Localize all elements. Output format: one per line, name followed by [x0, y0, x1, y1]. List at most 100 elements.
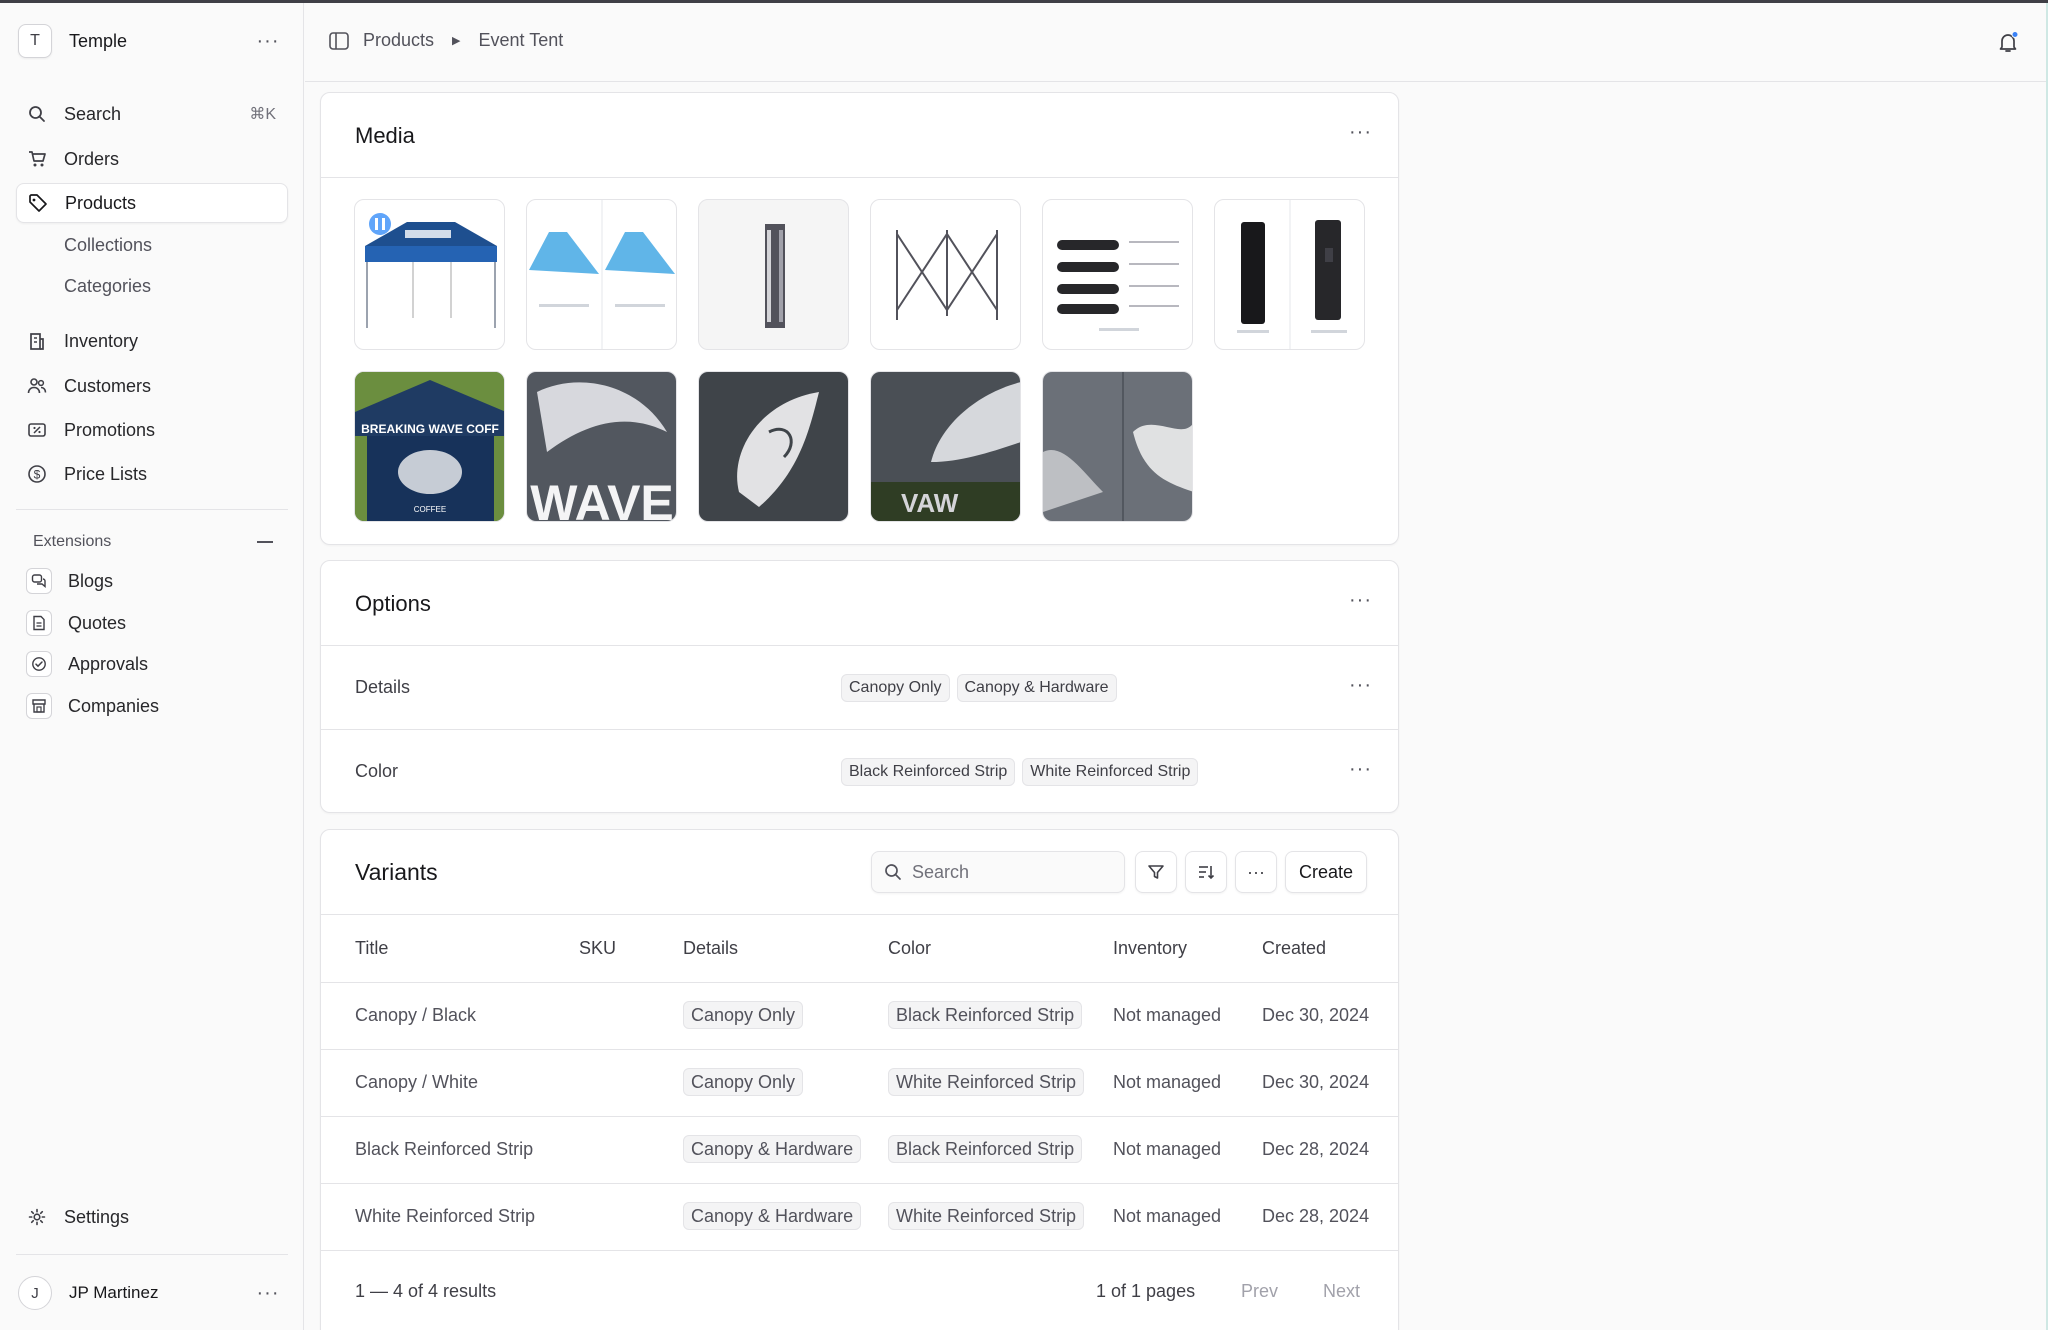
cell-inventory: Not managed	[1113, 1206, 1222, 1226]
table-row[interactable]: White Reinforced Strip Canopy & Hardware…	[321, 1184, 1398, 1251]
media-thumbnail[interactable]	[1042, 199, 1193, 350]
sidebar-item-blogs[interactable]: Blogs	[16, 561, 288, 601]
sidebar-item-price-lists[interactable]: $ Price Lists	[16, 454, 288, 494]
option-value-chip: White Reinforced Strip	[1022, 758, 1199, 786]
user-menu-icon[interactable]: ···	[252, 1283, 284, 1303]
column-header-created[interactable]: Created	[1262, 938, 1326, 959]
sidebar-item-settings[interactable]: Settings	[16, 1197, 288, 1237]
table-row[interactable]: Black Reinforced Strip Canopy & Hardware…	[321, 1117, 1398, 1184]
option-values-details: Canopy Only Canopy & Hardware	[841, 674, 1117, 702]
svg-text:VAW: VAW	[901, 488, 959, 518]
more-icon: ···	[1247, 861, 1265, 882]
media-thumbnail[interactable]	[1042, 371, 1193, 522]
store-switcher[interactable]: T Temple ···	[18, 22, 284, 60]
sidebar-toggle-icon[interactable]	[329, 31, 349, 50]
sort-button[interactable]	[1185, 851, 1227, 893]
filter-button[interactable]	[1135, 851, 1177, 893]
svg-text:COFFEE: COFFEE	[414, 505, 446, 514]
media-thumbnail[interactable]	[1214, 199, 1365, 350]
option-value-chip: Canopy Only	[841, 674, 950, 702]
chevron-right-icon: ▶	[452, 35, 461, 47]
sidebar-item-approvals[interactable]: Approvals	[16, 644, 288, 684]
next-page-button[interactable]: Next	[1323, 1281, 1360, 1302]
variants-title: Variants	[355, 859, 438, 885]
option-label-color: Color	[355, 761, 399, 781]
store-avatar: T	[18, 24, 52, 58]
sidebar-item-promotions[interactable]: Promotions	[16, 410, 288, 450]
more-actions-button[interactable]: ···	[1235, 851, 1277, 893]
sidebar-item-customers[interactable]: Customers	[16, 366, 288, 406]
cell-details: Canopy & Hardware	[683, 1202, 862, 1230]
sidebar-item-orders[interactable]: Orders	[16, 139, 288, 179]
cell-created: Dec 30, 2024	[1262, 1005, 1370, 1025]
prev-page-button[interactable]: Prev	[1241, 1281, 1278, 1302]
dollar-circle-icon: $	[26, 463, 48, 485]
extensions-header[interactable]: Extensions	[33, 530, 273, 554]
sidebar-item-label: Products	[65, 192, 137, 213]
cart-icon	[26, 148, 48, 170]
option-row-menu-icon[interactable]: ···	[1349, 758, 1372, 781]
variants-search[interactable]	[871, 851, 1125, 893]
media-menu-icon[interactable]: ···	[1349, 121, 1372, 144]
variants-card: Variants ··· Create Title SKU Details Co…	[320, 829, 1399, 1330]
cell-inventory: Not managed	[1113, 1005, 1222, 1025]
media-thumbnail[interactable]	[698, 199, 849, 350]
sidebar-item-label: Blogs	[68, 570, 114, 591]
cell-details: Canopy Only	[683, 1068, 804, 1096]
column-header-inventory[interactable]: Inventory	[1113, 938, 1187, 959]
sidebar-item-label: Quotes	[68, 612, 127, 633]
media-thumbnail[interactable]	[354, 199, 505, 350]
cell-inventory: Not managed	[1113, 1139, 1222, 1159]
sidebar-item-products[interactable]: Products	[16, 183, 288, 223]
topbar: Products ▶ Event Tent	[305, 3, 2048, 82]
sidebar-item-inventory[interactable]: Inventory	[16, 321, 288, 361]
option-row-menu-icon[interactable]: ···	[1349, 674, 1372, 697]
search-shortcut: ⌘K	[249, 106, 276, 123]
tag-icon	[27, 192, 49, 214]
sidebar-item-quotes[interactable]: Quotes	[16, 603, 288, 643]
svg-text:BREAKING WAVE COFF: BREAKING WAVE COFF	[361, 422, 499, 436]
column-header-color[interactable]: Color	[888, 938, 931, 959]
breadcrumb-current: Event Tent	[478, 30, 564, 50]
search-input[interactable]	[912, 861, 1102, 883]
option-value-chip: Black Reinforced Strip	[841, 758, 1016, 786]
sidebar-item-collections[interactable]: Collections	[16, 225, 288, 265]
table-row[interactable]: Canopy / White Canopy Only White Reinfor…	[321, 1050, 1398, 1117]
sidebar-item-categories[interactable]: Categories	[16, 266, 288, 306]
option-value-chip: Canopy & Hardware	[956, 674, 1117, 702]
media-thumbnail[interactable]: BREAKING WAVE COFF COFFEE	[354, 371, 505, 522]
divider	[321, 177, 1398, 178]
media-thumbnail[interactable]	[526, 199, 677, 350]
store-menu-icon[interactable]: ···	[252, 31, 284, 51]
chat-bubbles-icon	[26, 568, 52, 594]
cell-title: Canopy / White	[355, 1072, 479, 1092]
options-card: Options ··· Details Canopy Only Canopy &…	[320, 560, 1399, 813]
sidebar-item-label: Orders	[64, 148, 120, 169]
column-header-title[interactable]: Title	[355, 938, 388, 959]
document-icon	[26, 610, 52, 636]
bell-icon[interactable]	[1996, 30, 2020, 54]
cell-title: White Reinforced Strip	[355, 1206, 536, 1226]
breadcrumb: Products ▶ Event Tent	[329, 30, 563, 51]
media-thumbnail[interactable]	[870, 199, 1021, 350]
create-variant-button[interactable]: Create	[1285, 851, 1367, 893]
sidebar-divider	[16, 509, 288, 510]
options-menu-icon[interactable]: ···	[1349, 589, 1372, 612]
sidebar-item-search[interactable]: Search ⌘K	[16, 94, 288, 134]
breadcrumb-products[interactable]: Products	[363, 30, 434, 51]
gear-icon	[26, 1206, 48, 1228]
sidebar-item-label: Customers	[64, 375, 152, 396]
table-row[interactable]: Canopy / Black Canopy Only Black Reinfor…	[321, 983, 1398, 1050]
media-thumbnail[interactable]: WAVE	[526, 371, 677, 522]
column-header-details[interactable]: Details	[683, 938, 738, 959]
column-header-sku[interactable]: SKU	[579, 938, 616, 959]
sidebar-item-companies[interactable]: Companies	[16, 686, 288, 726]
media-thumbnail[interactable]	[698, 371, 849, 522]
option-label-details: Details	[355, 677, 411, 697]
user-menu[interactable]: J JP Martinez ···	[18, 1274, 284, 1312]
cell-color: Black Reinforced Strip	[888, 1135, 1083, 1163]
sidebar-item-label: Categories	[64, 275, 152, 296]
media-thumbnail[interactable]: VAW	[870, 371, 1021, 522]
collapse-icon[interactable]	[257, 541, 273, 543]
cell-details: Canopy & Hardware	[683, 1135, 862, 1163]
